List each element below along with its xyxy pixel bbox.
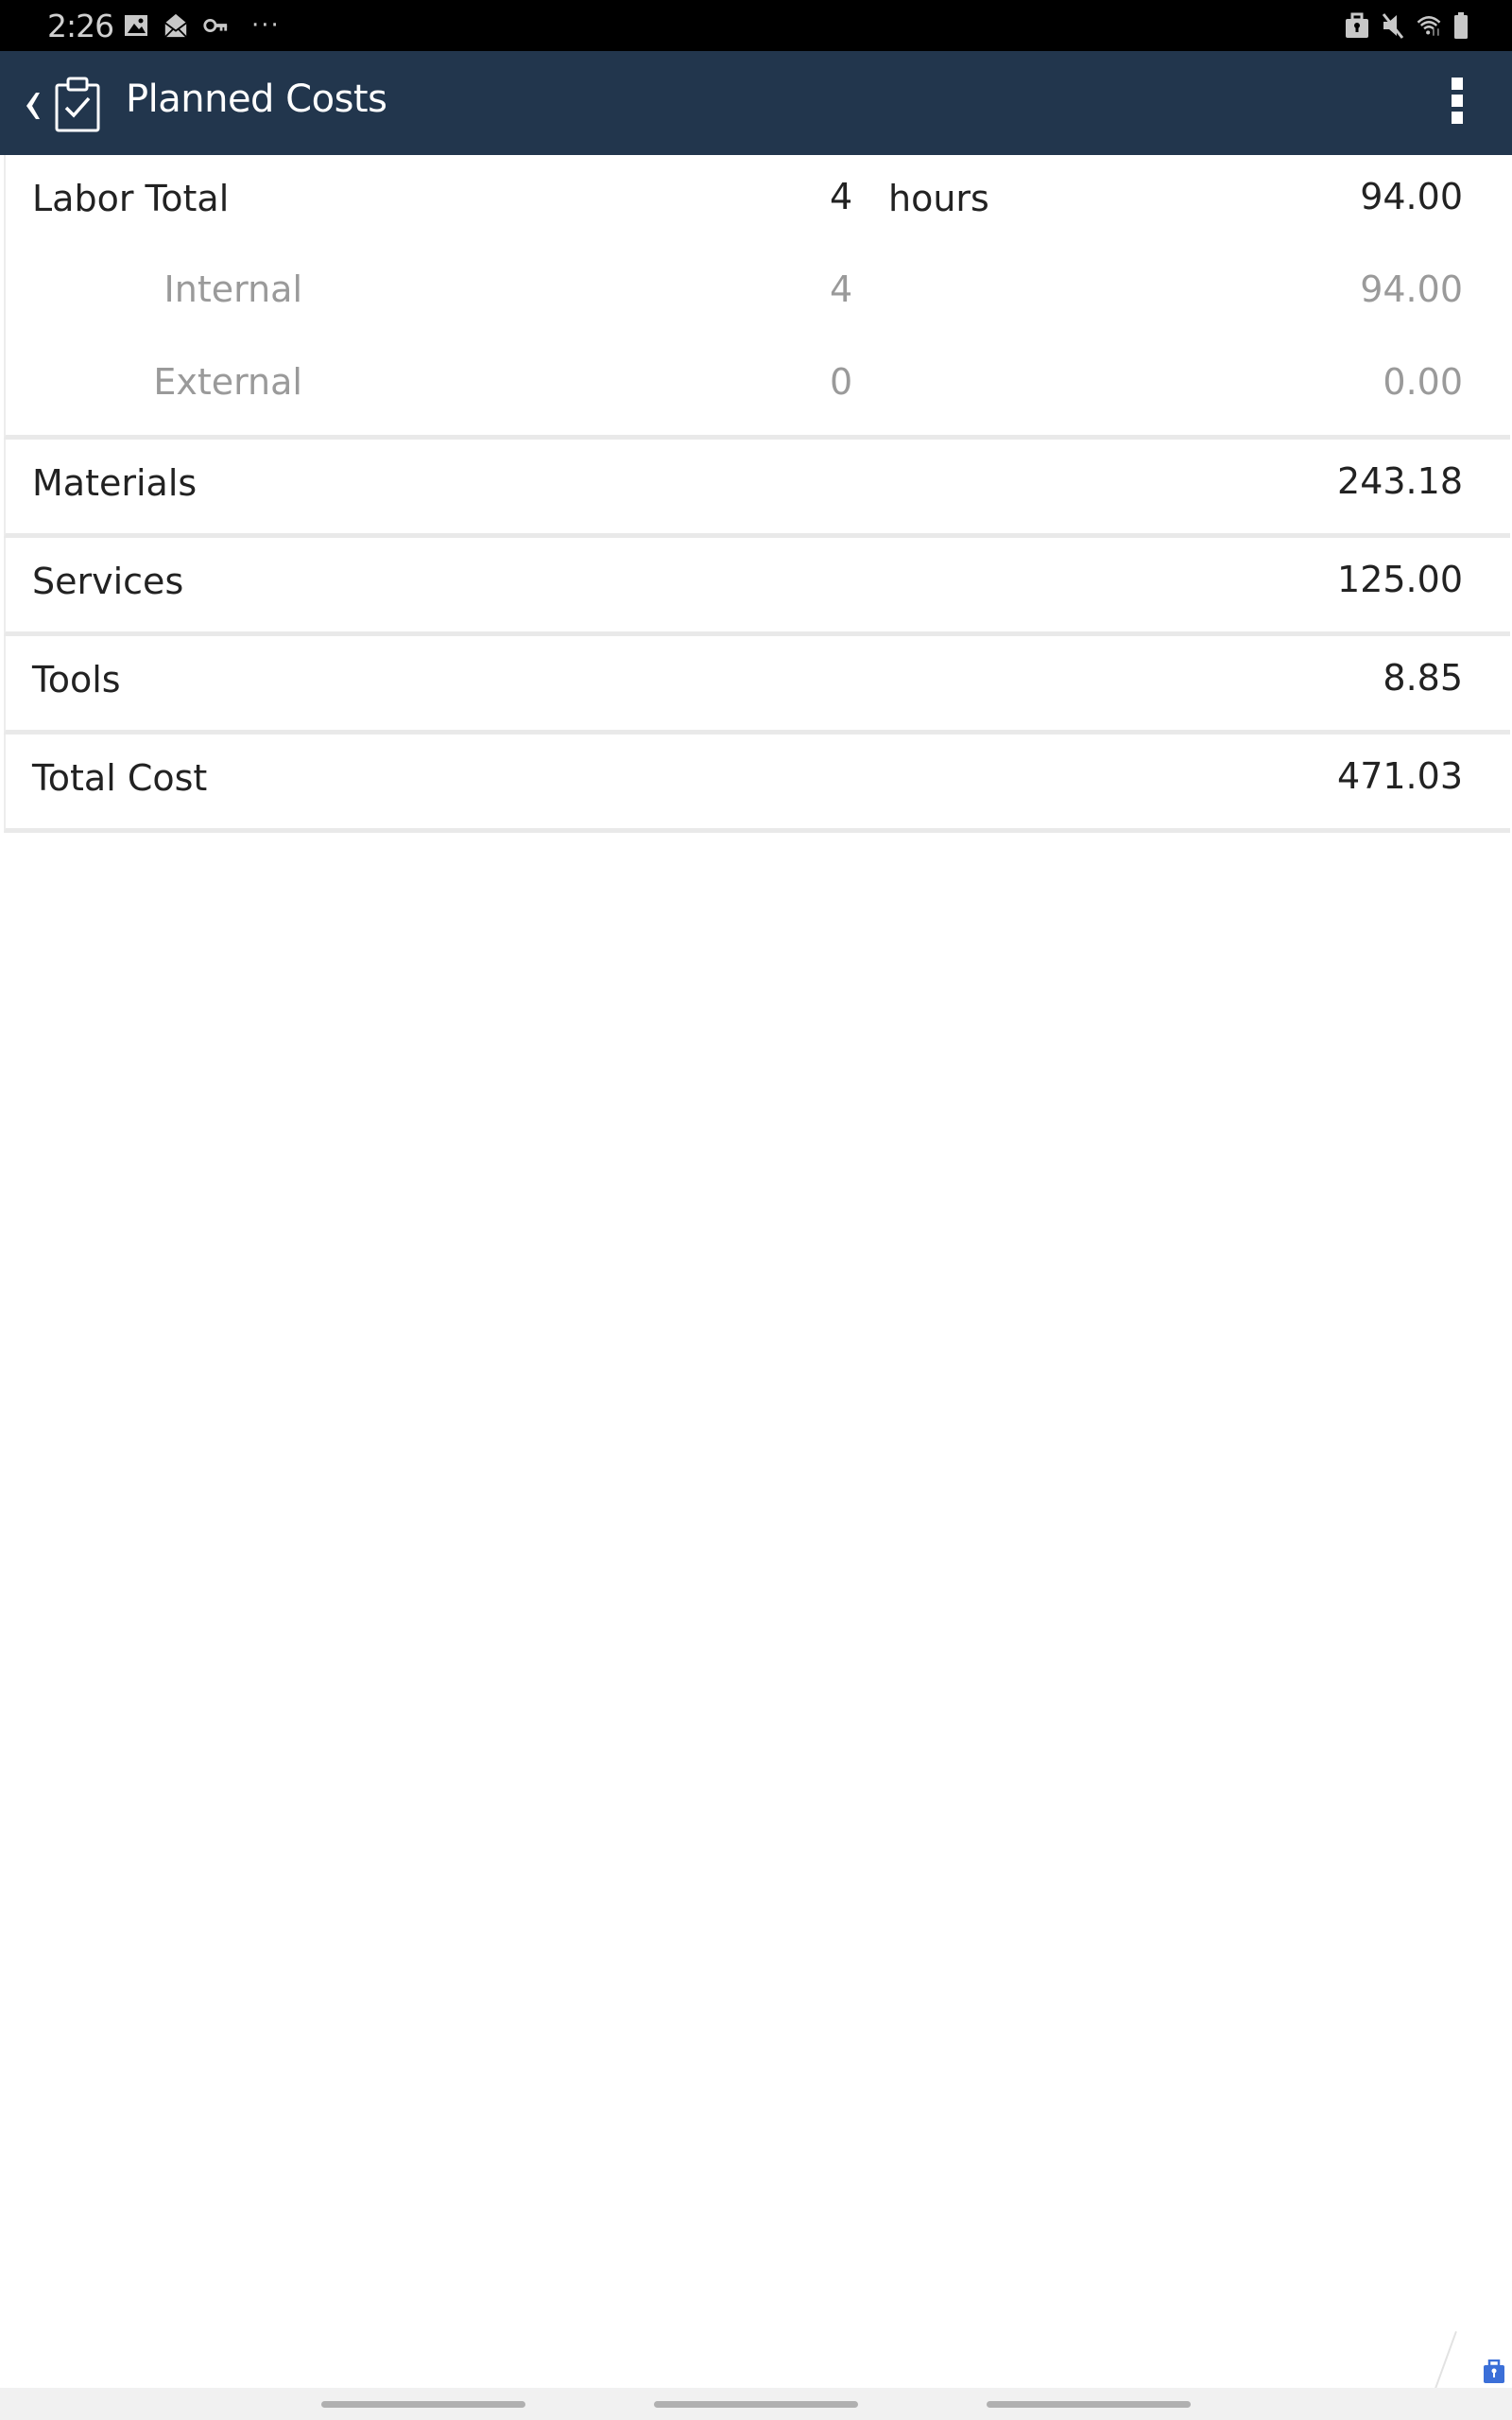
labor-internal-quantity: 4	[830, 268, 853, 310]
status-left-icons: ···	[123, 11, 281, 40]
tools-amount: 8.85	[1383, 657, 1463, 699]
app-bar: Planned Costs	[0, 51, 1512, 155]
key-icon	[203, 19, 228, 32]
page-title: Planned Costs	[126, 78, 387, 121]
overflow-menu-icon	[1452, 78, 1463, 90]
nav-handle-left[interactable]	[321, 2401, 525, 2408]
work-profile-icon	[1346, 12, 1368, 38]
mute-icon	[1382, 13, 1404, 39]
labor-external-amount: 0.00	[1383, 361, 1463, 403]
image-icon	[125, 15, 147, 36]
services-amount: 125.00	[1337, 559, 1463, 600]
chevron-left-icon[interactable]	[15, 78, 47, 130]
mail-icon	[164, 13, 187, 38]
wifi-icon	[1417, 16, 1441, 36]
nav-handle-right[interactable]	[987, 2401, 1191, 2408]
work-profile-badge-icon	[1484, 2360, 1504, 2383]
status-time: 2:26	[47, 8, 114, 44]
labor-total-quantity: 4	[830, 176, 853, 217]
total-cost-row: Total Cost 471.03	[4, 735, 1510, 833]
labor-total-amount: 94.00	[1360, 176, 1463, 217]
services-row: Services 125.00	[4, 538, 1510, 636]
labor-total-unit: hours	[888, 178, 989, 219]
battery-icon	[1454, 12, 1468, 39]
labor-external-quantity: 0	[830, 361, 853, 403]
overflow-menu-button[interactable]	[1446, 78, 1469, 130]
labor-internal-amount: 94.00	[1360, 268, 1463, 310]
nav-handle-center[interactable]	[654, 2401, 858, 2408]
labor-card: Labor Total 4 hours 94.00 Internal 4 94.…	[4, 155, 1510, 440]
status-bar: 2:26 ···	[0, 0, 1512, 51]
total-cost-amount: 471.03	[1337, 755, 1463, 797]
labor-external-label: External	[153, 361, 302, 403]
materials-amount: 243.18	[1337, 460, 1463, 502]
tools-row: Tools 8.85	[4, 636, 1510, 735]
navigation-bar	[0, 2388, 1512, 2420]
total-cost-label: Total Cost	[32, 757, 208, 799]
status-right-icons	[1344, 11, 1470, 40]
more-notifications-icon: ···	[251, 11, 281, 40]
materials-row: Materials 243.18	[4, 440, 1510, 538]
labor-internal-label: Internal	[163, 268, 302, 310]
clipboard-check-icon	[55, 77, 100, 132]
tools-label: Tools	[32, 659, 121, 700]
services-label: Services	[32, 561, 184, 602]
labor-total-label: Labor Total	[32, 178, 230, 219]
materials-label: Materials	[32, 462, 198, 504]
planned-costs-list: Labor Total 4 hours 94.00 Internal 4 94.…	[0, 155, 1512, 833]
